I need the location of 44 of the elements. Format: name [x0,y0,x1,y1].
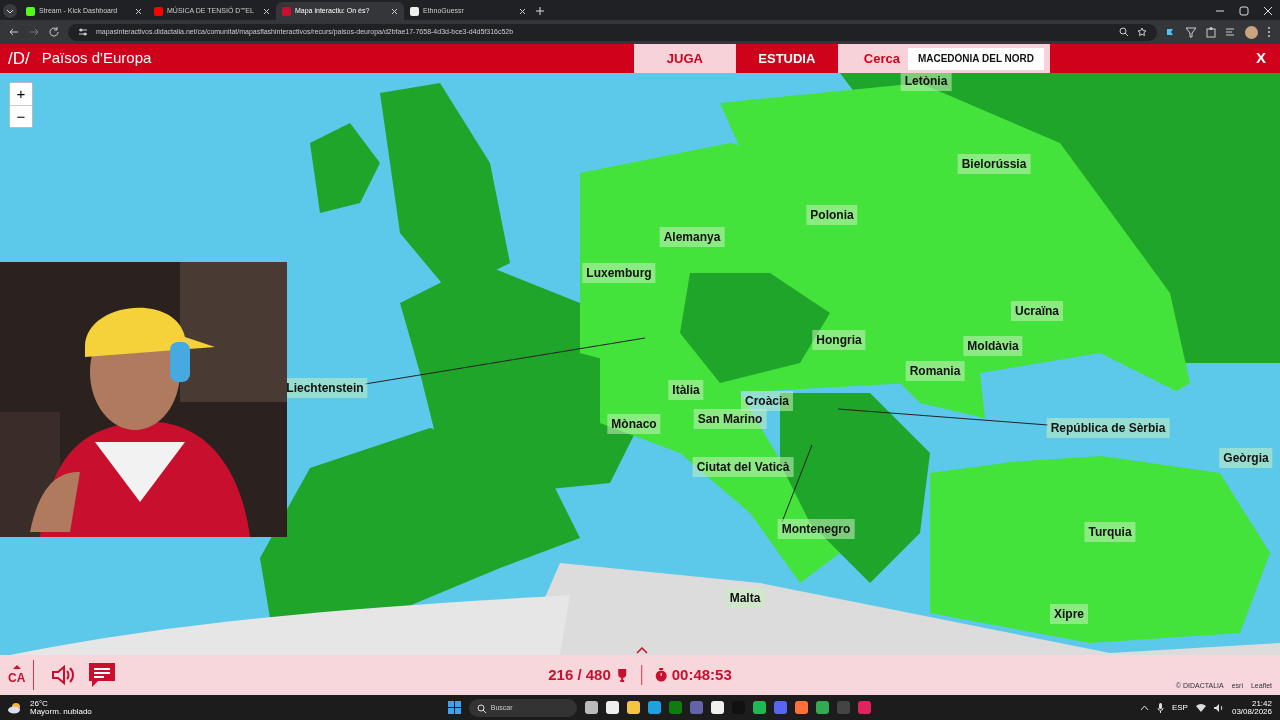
reading-list-icon[interactable] [1225,26,1237,38]
close-button[interactable]: X [1250,46,1272,71]
back-icon[interactable] [8,26,20,38]
forward-icon[interactable] [28,26,40,38]
search-icon [476,703,486,713]
favicon-icon [154,6,163,16]
wifi-icon[interactable] [1195,703,1206,712]
timer: 00:48:53 [671,664,732,685]
reload-icon[interactable] [48,26,60,38]
site-info-icon[interactable] [78,27,88,37]
close-icon[interactable] [519,7,526,15]
favicon-icon [410,6,419,16]
favicon-icon [282,6,291,16]
caret-up-icon [12,663,21,669]
search-label: Cerca [863,49,900,68]
favicon-icon [26,6,35,16]
weather-text: Mayorm. nublado [30,707,92,716]
clock-date[interactable]: 03/08/2026 [1231,707,1272,716]
avatar-icon[interactable] [1245,25,1258,39]
chevron-up-icon[interactable] [1139,704,1149,711]
zoom-icon[interactable] [1119,27,1129,37]
app-title: Països d'Europa [41,48,152,69]
logo[interactable]: /D/ [0,45,38,72]
score: 216 / 480 [548,664,611,685]
microphone-icon[interactable] [1156,702,1164,713]
chat-icon[interactable] [88,662,117,688]
language-button[interactable]: CA [8,663,26,687]
close-icon[interactable] [263,7,270,15]
more-icon[interactable] [1266,26,1272,38]
search-field[interactable]: MACEDÒNIA DEL NORD [908,47,1044,70]
mode-tab[interactable]: JUGA [633,44,736,73]
star-icon[interactable] [1137,27,1147,37]
start-icon[interactable] [447,701,461,714]
speaker-icon[interactable] [50,664,75,686]
filter-icon[interactable] [1185,26,1197,38]
clock-time[interactable]: 21:42 [1251,699,1272,708]
stopwatch-icon [653,668,668,682]
weather-temp: 26°C [30,699,49,708]
volume-icon[interactable] [1213,703,1224,712]
weather-icon[interactable] [8,701,22,714]
close-icon[interactable] [135,7,142,15]
keyboard-language[interactable]: ESP [1171,701,1188,714]
puzzle-icon[interactable] [1205,26,1217,38]
close-icon[interactable] [391,7,398,15]
